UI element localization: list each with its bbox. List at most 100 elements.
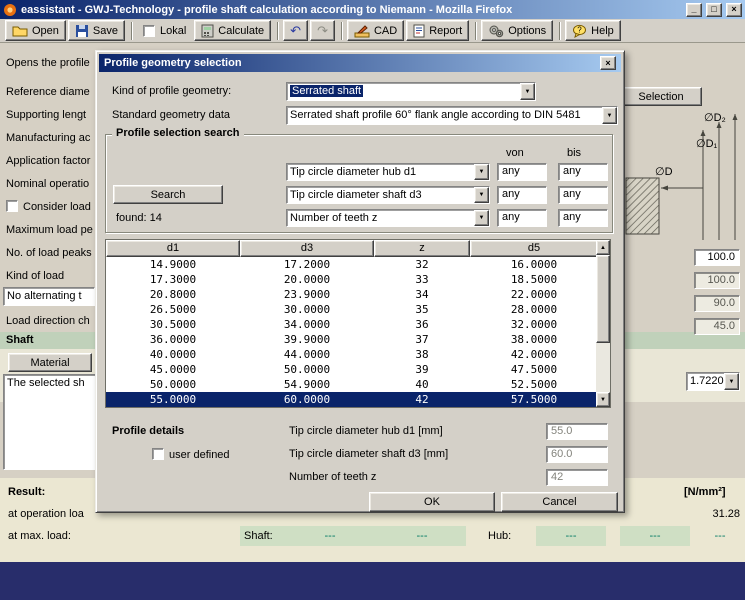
value-field-3[interactable]: 90.0 <box>694 295 740 312</box>
dialog-close-button[interactable]: × <box>600 56 616 70</box>
chevron-down-icon[interactable]: ▼ <box>520 83 535 100</box>
table-cell: 40 <box>374 377 470 392</box>
cad-button[interactable]: CAD <box>347 20 404 41</box>
table-header-z[interactable]: z <box>374 240 470 257</box>
lokal-checkbox[interactable]: Lokal <box>137 20 192 41</box>
note-text: The selected sh <box>7 377 85 389</box>
detail-d1-field[interactable]: 55.0 <box>546 423 608 440</box>
chevron-down-icon[interactable]: ▼ <box>474 187 489 203</box>
hub-result-value-1: --- <box>536 530 606 542</box>
kind-of-profile-combo[interactable]: Serrated shaft ▼ <box>286 82 536 101</box>
von-input-2[interactable]: any <box>497 186 547 204</box>
value-field-2[interactable]: 100.0 <box>694 272 740 289</box>
options-button[interactable]: Options <box>481 20 553 41</box>
table-cell: 50.0000 <box>106 377 240 392</box>
scroll-down-button[interactable]: ▼ <box>596 392 610 407</box>
filter-combo-2-value: Tip circle diameter shaft d3 <box>287 187 474 203</box>
maximize-button[interactable]: □ <box>706 3 722 17</box>
table-row[interactable]: 36.000039.90003738.0000 <box>106 332 598 347</box>
bis-input-2[interactable]: any <box>558 186 608 204</box>
table-scrollbar[interactable]: ▲ ▼ <box>596 240 610 407</box>
label-application-factor: Application factor <box>6 155 90 167</box>
note-textarea[interactable]: The selected sh <box>3 374 96 470</box>
alternating-torque-combo[interactable]: No alternating t <box>3 287 95 306</box>
calculator-icon <box>201 24 214 38</box>
filter-combo-1[interactable]: Tip circle diameter hub d1 ▼ <box>286 163 490 181</box>
table-row[interactable]: 40.000044.00003842.0000 <box>106 347 598 362</box>
von-input-1[interactable]: any <box>497 163 547 181</box>
table-cell: 37 <box>374 332 470 347</box>
material-button[interactable]: Material <box>8 353 92 372</box>
filter-combo-1-value: Tip circle diameter hub d1 <box>287 164 474 180</box>
help-button[interactable]: ? Help <box>565 20 621 41</box>
detail-z-field[interactable]: 42 <box>546 469 608 486</box>
open-button[interactable]: Open <box>5 20 66 41</box>
table-row[interactable]: 17.300020.00003318.5000 <box>106 272 598 287</box>
search-button[interactable]: Search <box>113 185 223 204</box>
open-label: Open <box>32 25 59 37</box>
table-row[interactable]: 50.000054.90004052.5000 <box>106 377 598 392</box>
value-field-4[interactable]: 45.0 <box>694 318 740 335</box>
filter-combo-2[interactable]: Tip circle diameter shaft d3 ▼ <box>286 186 490 204</box>
report-label: Report <box>429 25 462 37</box>
toolbar-separator <box>341 22 343 40</box>
bis-input-3[interactable]: any <box>558 209 608 227</box>
label-supporting-length: Supporting lengt <box>6 109 86 121</box>
table-cell: 39.9000 <box>240 332 374 347</box>
save-button[interactable]: Save <box>68 20 125 41</box>
standard-geometry-combo[interactable]: Serrated shaft profile 60° flank angle a… <box>286 106 618 125</box>
user-defined-checkbox[interactable] <box>152 448 164 460</box>
filter-combo-3[interactable]: Number of teeth z ▼ <box>286 209 490 227</box>
table-row[interactable]: 45.000050.00003947.5000 <box>106 362 598 377</box>
chevron-down-icon[interactable]: ▼ <box>602 107 617 124</box>
toolbar-separator <box>475 22 477 40</box>
table-header-d1[interactable]: d1 <box>106 240 240 257</box>
table-header-d5[interactable]: d5 <box>470 240 598 257</box>
cancel-button[interactable]: Cancel <box>501 492 618 512</box>
toolbar-separator <box>277 22 279 40</box>
bis-column-header: bis <box>567 147 581 159</box>
close-button[interactable]: × <box>726 3 742 17</box>
redo-button[interactable]: ↷ <box>310 20 335 41</box>
chevron-down-icon[interactable]: ▼ <box>724 373 739 390</box>
lokal-checkbox-box[interactable] <box>143 25 155 37</box>
bis-input-1[interactable]: any <box>558 163 608 181</box>
value-field-1[interactable]: 100.0 <box>694 249 740 266</box>
undo-button[interactable]: ↶ <box>283 20 308 41</box>
cad-icon <box>354 24 370 38</box>
minimize-button[interactable]: _ <box>686 3 702 17</box>
von-input-3[interactable]: any <box>497 209 547 227</box>
table-row[interactable]: 26.500030.00003528.0000 <box>106 302 598 317</box>
table-row[interactable]: 55.000060.00004257.5000 <box>106 392 598 407</box>
profile-details-title: Profile details <box>112 425 184 437</box>
alternating-torque-value: No alternating t <box>4 288 94 305</box>
chevron-down-icon[interactable]: ▼ <box>474 210 489 226</box>
selection-button[interactable]: Selection <box>620 87 702 106</box>
scroll-thumb[interactable] <box>596 255 610 343</box>
shaft-diagram <box>623 106 745 246</box>
label-load-peaks: No. of load peaks <box>6 247 92 259</box>
table-cell: 42 <box>374 392 470 407</box>
profile-table-header: d1 d3 z d5 <box>106 240 598 257</box>
window-titlebar: eassistant - GWJ-Technology - profile sh… <box>0 0 745 19</box>
dim-label-d: ∅D <box>655 165 673 178</box>
table-cell: 38.0000 <box>470 332 598 347</box>
ok-button[interactable]: OK <box>369 492 495 512</box>
table-row[interactable]: 14.900017.20003216.0000 <box>106 257 598 272</box>
table-row[interactable]: 30.500034.00003632.0000 <box>106 317 598 332</box>
material-number-combo[interactable]: 1.7220 ▼ <box>686 372 740 391</box>
table-row[interactable]: 20.800023.90003422.0000 <box>106 287 598 302</box>
chevron-down-icon[interactable]: ▼ <box>474 164 489 180</box>
scroll-up-button[interactable]: ▲ <box>596 240 610 255</box>
table-header-d3[interactable]: d3 <box>240 240 374 257</box>
calculate-button[interactable]: Calculate <box>194 20 271 41</box>
operation-load-value: 31.28 <box>694 508 740 520</box>
report-button[interactable]: Report <box>406 20 469 41</box>
window-title: eassistant - GWJ-Technology - profile sh… <box>21 4 682 16</box>
table-cell: 17.2000 <box>240 257 374 272</box>
von-column-header: von <box>506 147 524 159</box>
table-cell: 30.0000 <box>240 302 374 317</box>
consider-load-checkbox[interactable] <box>6 200 18 212</box>
detail-d3-field[interactable]: 60.0 <box>546 446 608 463</box>
detail-d3-label: Tip circle diameter shaft d3 [mm] <box>289 448 448 460</box>
